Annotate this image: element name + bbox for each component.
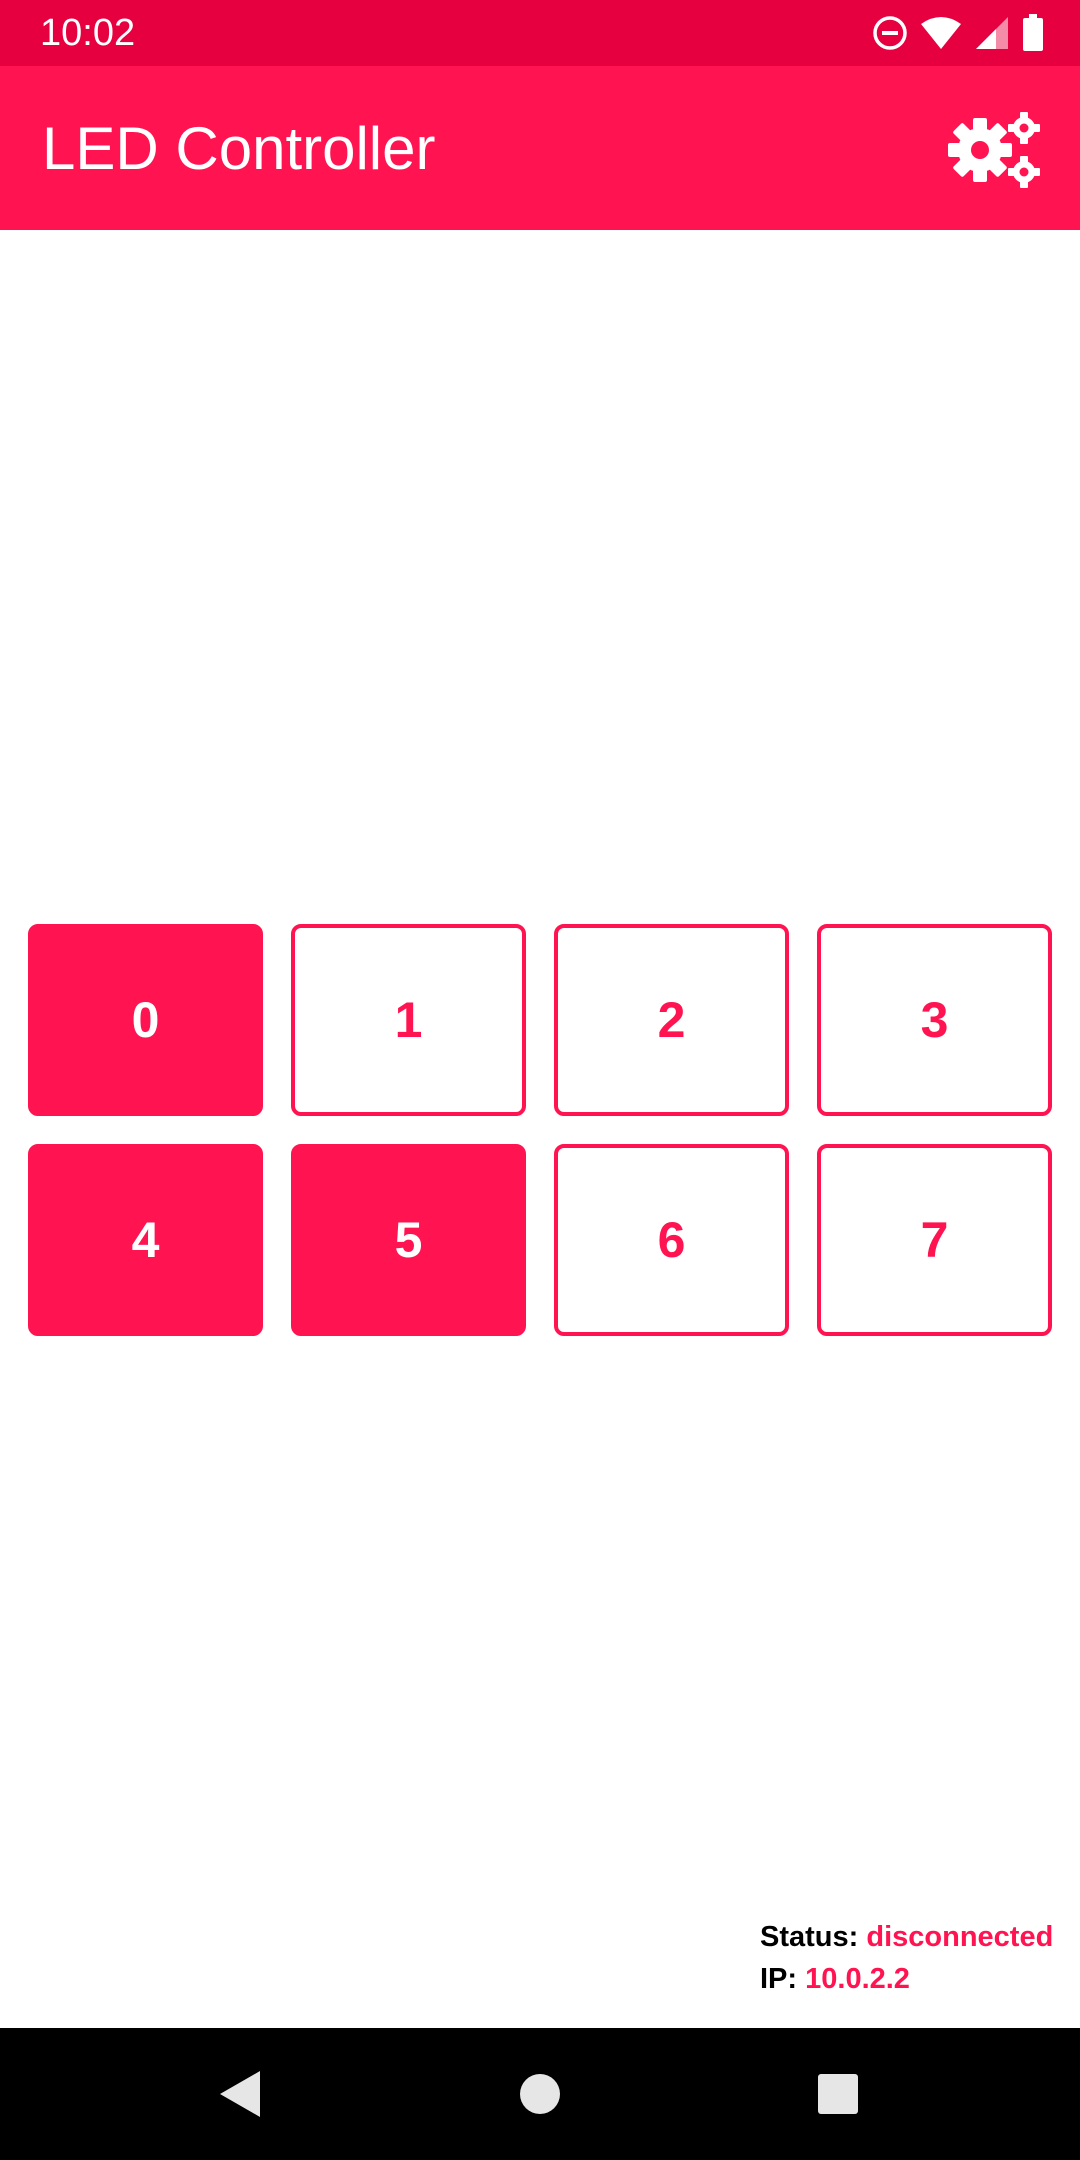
recents-button[interactable] [808, 2064, 868, 2124]
ip-label: IP: [760, 1963, 798, 1995]
ip-line: IP: 10.0.2.2 [760, 1958, 1053, 2000]
led-button-0[interactable]: 0 [28, 924, 263, 1116]
home-icon [520, 2074, 560, 2114]
led-button-5[interactable]: 5 [291, 1144, 526, 1336]
home-button[interactable] [510, 2064, 570, 2124]
led-button-1[interactable]: 1 [291, 924, 526, 1116]
status-time: 10:02 [40, 12, 136, 54]
do-not-disturb-icon [872, 15, 908, 51]
recents-icon [818, 2074, 858, 2114]
status-line: Status: disconnected [760, 1916, 1053, 1958]
ip-value: 10.0.2.2 [805, 1963, 910, 1995]
signal-icon [974, 15, 1010, 51]
status-icons [872, 12, 1044, 54]
settings-gears-icon [948, 112, 1040, 188]
led-button-7[interactable]: 7 [817, 1144, 1052, 1336]
led-button-6[interactable]: 6 [554, 1144, 789, 1336]
led-button-2[interactable]: 2 [554, 924, 789, 1116]
battery-icon [1022, 14, 1044, 52]
settings-button[interactable] [948, 110, 1044, 190]
app-title: LED Controller [42, 115, 436, 182]
back-icon [220, 2071, 260, 2117]
status-bar: 10:02 [0, 0, 1080, 66]
led-button-4[interactable]: 4 [28, 1144, 263, 1336]
connection-info: Status: disconnected IP: 10.0.2.2 [760, 1916, 1053, 2000]
back-button[interactable] [210, 2064, 270, 2124]
led-grid: 0 1 2 3 4 5 6 7 [28, 924, 1052, 1336]
status-label: Status: [760, 1921, 859, 1953]
led-button-3[interactable]: 3 [817, 924, 1052, 1116]
status-value: disconnected [866, 1921, 1054, 1953]
navigation-bar [0, 2028, 1080, 2160]
app-bar: LED Controller [0, 66, 1080, 230]
wifi-icon [920, 16, 962, 50]
